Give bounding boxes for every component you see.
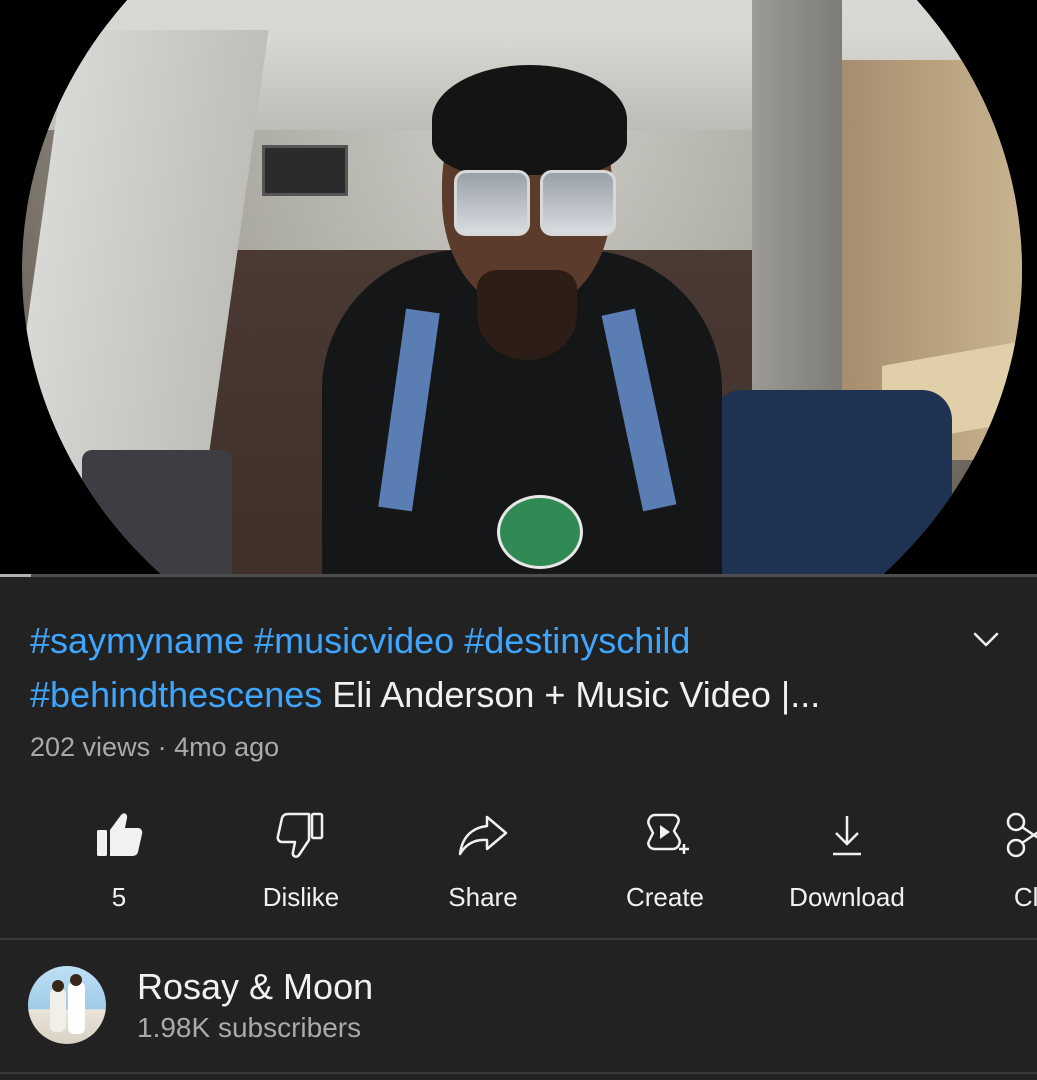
hashtag-link[interactable]: #saymyname	[30, 620, 244, 661]
download-button[interactable]: Download	[757, 800, 937, 920]
dislike-button[interactable]: Dislike	[211, 800, 391, 920]
share-button[interactable]: Share	[393, 800, 573, 920]
create-label: Create	[625, 882, 705, 912]
channel-name[interactable]: Rosay & Moon	[137, 966, 373, 1008]
view-count: 202 views	[30, 732, 151, 762]
clip-button[interactable]: Cli	[939, 800, 1037, 920]
share-label: Share	[448, 882, 518, 912]
section-divider	[0, 1072, 1037, 1074]
hashtag-link[interactable]: #behindthescenes	[30, 674, 322, 715]
expand-description-button[interactable]	[968, 622, 1004, 658]
clip-label: Cli	[1013, 882, 1037, 912]
hashtag-link[interactable]: #musicvideo	[254, 620, 454, 661]
video-metadata: 202 views · 4mo ago	[30, 732, 279, 763]
action-bar: 5 Dislike Share Create Download Cl	[0, 800, 1037, 920]
meta-separator: ·	[157, 732, 167, 762]
channel-avatar[interactable]	[28, 966, 106, 1044]
download-label: Download	[789, 882, 905, 912]
scissors-icon	[1002, 808, 1037, 862]
thumbs-up-icon	[92, 808, 146, 862]
dislike-label: Dislike	[262, 882, 340, 912]
video-player[interactable]	[0, 0, 1037, 577]
create-button[interactable]: Create	[575, 800, 755, 920]
video-progress-bar[interactable]	[0, 574, 1037, 577]
like-button[interactable]: 5	[29, 800, 209, 920]
video-progress-fill	[0, 574, 32, 577]
video-title-text: Eli Anderson + Music Video |...	[332, 674, 821, 715]
download-icon	[820, 808, 874, 862]
share-icon	[456, 808, 510, 862]
hashtag-link[interactable]: #destinyschild	[464, 620, 690, 661]
subscriber-count: 1.98K subscribers	[137, 1012, 362, 1043]
upload-age: 4mo ago	[174, 732, 280, 762]
thumbs-down-icon	[274, 808, 328, 862]
video-title[interactable]: #saymyname #musicvideo #destinyschild #be…	[30, 614, 930, 722]
create-icon	[638, 808, 692, 862]
like-count: 5	[111, 882, 127, 912]
video-frame	[22, 0, 1022, 577]
chevron-down-icon	[973, 632, 999, 647]
section-divider	[0, 938, 1037, 940]
